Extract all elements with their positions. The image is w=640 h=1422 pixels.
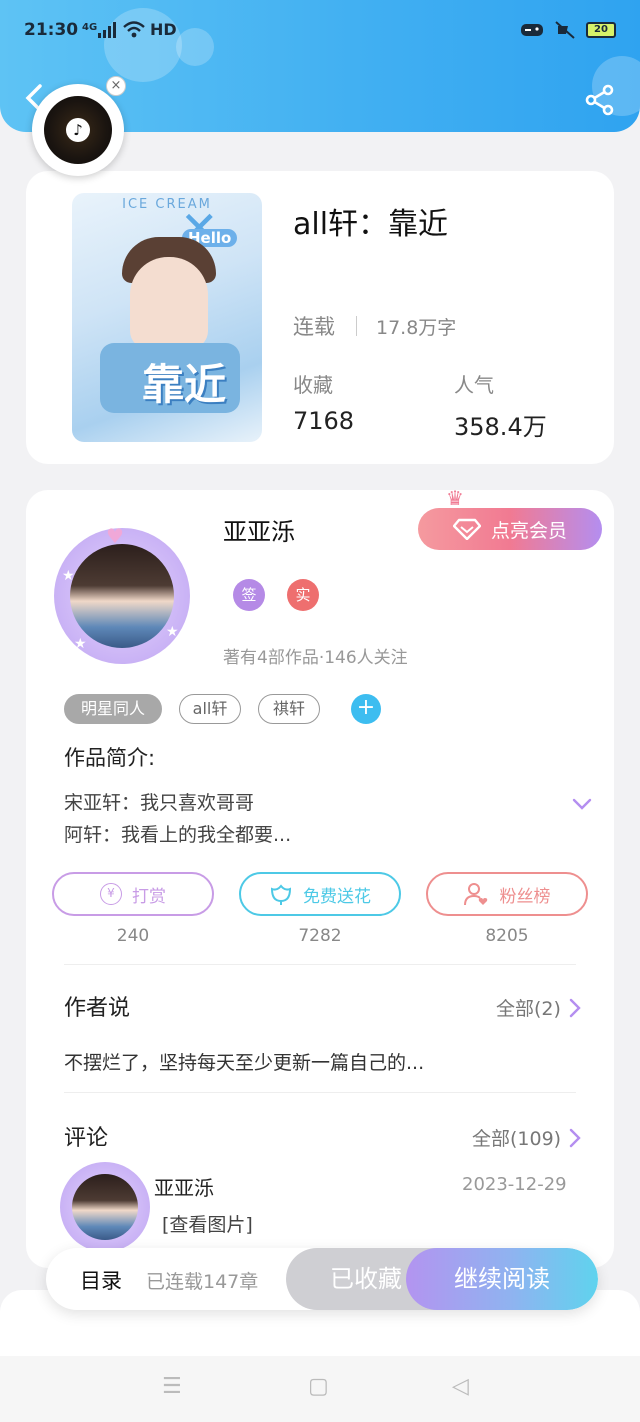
star-icon: ★ <box>74 636 87 652</box>
comment-date: 2023-12-29 <box>462 1174 567 1195</box>
tag-chip[interactable]: all轩 <box>179 694 241 724</box>
popularity-value: 358.4万 <box>454 413 547 441</box>
star-icon: ★ <box>62 568 75 584</box>
chevron-down-icon <box>572 798 592 810</box>
author-avatar[interactable]: ♥ ★ ★ ★ <box>54 524 190 664</box>
fan-rank-count: 8205 <box>485 926 529 946</box>
toc-button[interactable]: 目录 <box>80 1265 122 1295</box>
battery-indicator: 20 <box>586 22 616 38</box>
flower-icon <box>270 884 292 905</box>
flower-count: 7282 <box>298 926 342 946</box>
music-player-widget[interactable]: ♪ × <box>32 76 126 176</box>
intro-line: 阿轩：我看上的我全都要... <box>64 824 292 846</box>
divider <box>356 316 357 336</box>
tag-chip[interactable]: 明星同人 <box>64 694 162 724</box>
author-says-text[interactable]: 不摆烂了，坚持每天至少更新一篇自己的... <box>64 1048 424 1075</box>
wifi-label: HD <box>150 20 177 39</box>
chevron-right-icon <box>569 1128 581 1147</box>
divider <box>64 964 576 965</box>
comments-all-label: 全部(109) <box>472 1128 562 1150</box>
author-says-all-label: 全部(2) <box>496 998 561 1020</box>
cover-title-text: 靠近 <box>142 360 227 409</box>
star-icon: ★ <box>166 624 179 640</box>
back-nav-icon[interactable]: ◁ <box>452 1374 469 1399</box>
home-icon[interactable]: ▢ <box>308 1374 329 1399</box>
status-right: 20 <box>520 20 616 40</box>
avatar-photo <box>72 1174 138 1240</box>
chevron-right-icon <box>569 998 581 1017</box>
cover-top-text: ICE CREAM <box>122 197 212 212</box>
author-name: 亚亚泺 <box>223 518 295 546</box>
divider <box>64 1092 576 1093</box>
fan-rank-button[interactable]: 粉丝榜 <box>426 872 588 916</box>
fan-rank-label: 粉丝榜 <box>499 886 551 907</box>
tip-count: 240 <box>116 926 150 946</box>
favorites-label: 收藏 <box>293 373 333 397</box>
system-nav-bar: ☰ ▢ ◁ <box>0 1356 640 1422</box>
avatar-photo <box>70 544 174 648</box>
verified-badge: 实 <box>287 579 319 611</box>
book-info-card: ICE CREAM ✕ Hello 靠近 all轩：靠近 连载 17.8万字 收… <box>26 171 614 464</box>
favorites-value: 7168 <box>293 407 355 435</box>
author-meta: 著有4部作品·146人关注 <box>223 648 408 668</box>
author-info-card: ♥ ★ ★ ★ 亚亚泺 ♛ 点亮会员 签 实 著有4部作品·146人关注 明星同… <box>26 486 614 1268</box>
heart-icon: ♥ <box>106 524 124 548</box>
vip-membership-button[interactable]: 点亮会员 <box>418 508 602 550</box>
author-says-title: 作者说 <box>64 996 131 1021</box>
add-tag-button[interactable]: + <box>351 694 381 724</box>
cover-figure-face <box>130 257 208 349</box>
tip-label: 打赏 <box>132 886 166 907</box>
tag-chip[interactable]: 祺轩 <box>258 694 320 724</box>
vip-button-label: 点亮会员 <box>490 519 567 542</box>
continue-reading-button[interactable]: 继续阅读 <box>406 1248 598 1310</box>
book-title: all轩：靠近 <box>293 207 449 242</box>
comment-text[interactable]: [查看图片] <box>162 1210 253 1237</box>
book-status: 连载 <box>293 315 335 339</box>
share-button[interactable] <box>584 84 616 116</box>
mute-icon <box>555 21 575 39</box>
expand-intro-button[interactable] <box>572 794 592 814</box>
comment-user[interactable]: 亚亚泺 <box>154 1172 214 1201</box>
reading-action-bar: 目录 已连载147章 已收藏 继续阅读 <box>46 1248 598 1310</box>
music-close-button[interactable]: × <box>106 76 126 96</box>
intro-line: 宋亚轩：我只喜欢哥哥 <box>64 792 255 814</box>
popularity-label: 人气 <box>454 373 494 397</box>
status-time: 21:30 <box>24 20 79 40</box>
status-bar: 21:30 4G HD 20 <box>24 18 616 46</box>
menu-icon[interactable]: ☰ <box>162 1374 182 1399</box>
comments-all-link[interactable]: 全部(109) <box>472 1124 581 1151</box>
comment-avatar[interactable] <box>60 1162 150 1252</box>
tip-button[interactable]: ¥ 打赏 <box>52 872 214 916</box>
wifi-icon <box>123 21 145 38</box>
yen-coin-icon: ¥ <box>100 883 122 905</box>
comments-title: 评论 <box>64 1126 109 1151</box>
user-heart-icon <box>463 883 487 906</box>
music-note-icon: ♪ <box>66 118 90 142</box>
signed-badge: 签 <box>233 579 265 611</box>
crown-icon: ♛ <box>446 486 464 510</box>
chapter-count[interactable]: 已连载147章 <box>146 1267 258 1294</box>
book-cover[interactable]: ICE CREAM ✕ Hello 靠近 <box>72 193 262 442</box>
gamepad-icon <box>521 24 543 36</box>
share-icon <box>585 84 614 116</box>
network-indicator: 4G <box>82 22 98 33</box>
diamond-icon <box>452 518 481 540</box>
send-flower-button[interactable]: 免费送花 <box>239 872 401 916</box>
signal-icon <box>98 22 116 38</box>
author-says-all-link[interactable]: 全部(2) <box>496 994 581 1021</box>
intro-title: 作品简介: <box>64 746 156 770</box>
book-word-count: 17.8万字 <box>376 317 457 339</box>
send-flower-label: 免费送花 <box>303 886 371 907</box>
